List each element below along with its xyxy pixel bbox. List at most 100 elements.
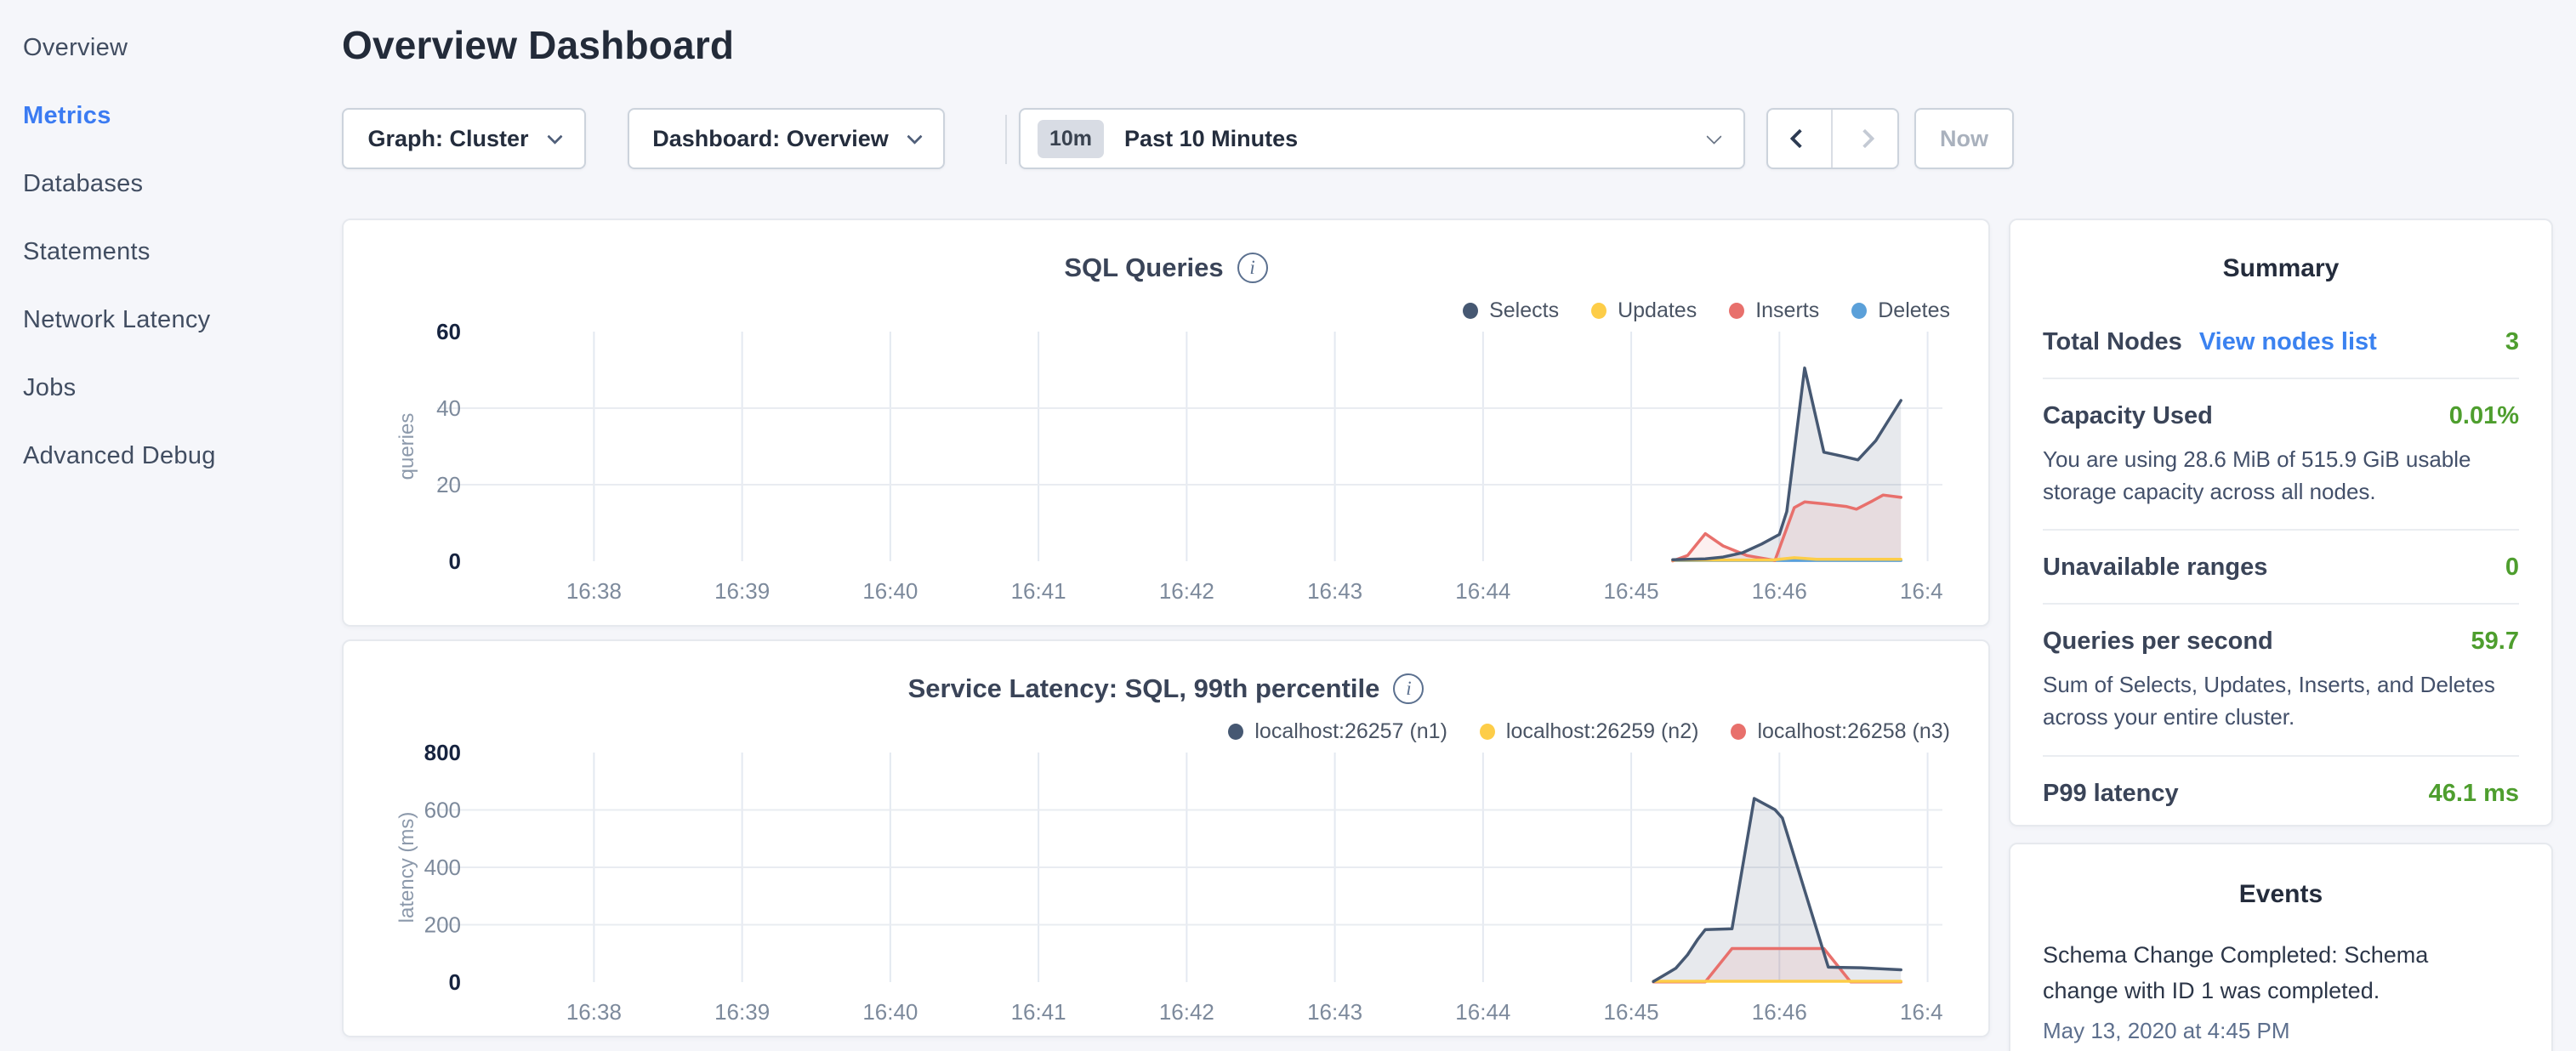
y-tick-label: 20: [436, 472, 461, 497]
x-tick-label: 16:47: [1900, 999, 1942, 1025]
chevron-down-icon: [1706, 128, 1721, 144]
legend-dot: [1228, 724, 1243, 740]
x-tick-label: 16:46: [1752, 999, 1807, 1025]
time-range-selector[interactable]: 10m Past 10 Minutes: [1019, 108, 1745, 169]
x-tick-label: 16:43: [1307, 578, 1362, 604]
page-title: Overview Dashboard: [342, 22, 734, 68]
sql-queries-chart[interactable]: 16:38 16:39 16:40 16:41 16:42 16:43 16:44 16:45…: [395, 318, 1942, 616]
y-tick-label: 60: [436, 319, 461, 344]
sidebar-item-databases[interactable]: Databases: [23, 150, 340, 218]
y-tick-label: 40: [436, 395, 461, 421]
x-tick-label: 16:43: [1307, 999, 1362, 1025]
legend-dot: [1463, 303, 1478, 319]
y-axis-title: queries: [395, 413, 418, 480]
summary-row-unavailable-ranges: Unavailable ranges 0: [2043, 531, 2519, 605]
summary-row-subtext: Sum of Selects, Updates, Inserts, and De…: [2043, 669, 2519, 733]
x-tick-label: 16:46: [1752, 578, 1807, 604]
sidebar-item-network-latency[interactable]: Network Latency: [23, 286, 340, 354]
legend-dot: [1729, 303, 1744, 319]
summary-row-capacity-used: Capacity Used 0.01% You are using 28.6 MiB…: [2043, 379, 2519, 531]
summary-row-value: 0: [2505, 554, 2519, 582]
sidebar-item-overview[interactable]: Overview: [23, 14, 340, 82]
x-tick-label: 16:41: [1011, 999, 1066, 1025]
sql-queries-chart-card: SQL Queries i SelectsUpdatesInsertsDelet…: [342, 219, 1990, 627]
y-axis-title: latency (ms): [395, 812, 418, 923]
service-latency-chart[interactable]: 16:38 16:39 16:40 16:41 16:42 16:43 16:44 16:45…: [395, 739, 1942, 1037]
chart-title: Service Latency: SQL, 99th percentile: [908, 673, 1380, 704]
chevron-left-icon: [1790, 129, 1810, 149]
view-nodes-list-link[interactable]: View nodes list: [2199, 328, 2377, 356]
x-tick-label: 16:40: [862, 999, 918, 1025]
x-tick-label: 16:40: [862, 578, 918, 604]
summary-panel: Summary Total Nodes View nodes list 3 Capac…: [2009, 219, 2553, 827]
events-panel: Events Schema Change Completed: Schema c…: [2009, 843, 2553, 1051]
summary-rows: Total Nodes View nodes list 3 Capacity Used…: [2043, 305, 2519, 829]
summary-row-value: 59.7: [2471, 628, 2519, 656]
x-tick-label: 16:45: [1604, 578, 1659, 604]
legend-dot: [1851, 303, 1867, 319]
summary-title: Summary: [2043, 254, 2519, 283]
toolbar-divider: [1005, 115, 1007, 164]
x-tick-label: 16:44: [1455, 999, 1510, 1025]
summary-row-label: Queries per second: [2043, 628, 2273, 656]
event-item: Schema Change Completed: Schema change w…: [2043, 938, 2519, 1044]
summary-row-p99-latency: P99 latency 46.1 ms: [2043, 757, 2519, 829]
events-title: Events: [2043, 880, 2519, 909]
x-tick-label: 16:41: [1011, 578, 1066, 604]
dashboard-label: Dashboard: Overview: [652, 126, 889, 152]
time-range-badge: 10m: [1038, 120, 1104, 158]
sidebar-nav: OverviewMetricsDatabasesStatementsNetwor…: [0, 0, 340, 1051]
y-tick-label: 600: [424, 798, 461, 823]
chart-title: SQL Queries: [1064, 253, 1223, 283]
event-timestamp: May 13, 2020 at 4:45 PM: [2043, 1018, 2519, 1044]
legend-dot: [1731, 724, 1746, 740]
x-tick-label: 16:39: [714, 578, 770, 604]
x-tick-label: 16:47: [1900, 578, 1942, 604]
summary-row-queries-per-second: Queries per second 59.7 Sum of Selects, Up…: [2043, 605, 2519, 756]
overview-dashboard-page: { "sidebar": { "items": [ { "label": "Ov…: [0, 0, 2576, 1051]
info-icon[interactable]: i: [1393, 673, 1424, 704]
summary-row-label: Total Nodes: [2043, 328, 2182, 356]
x-tick-label: 16:44: [1455, 578, 1510, 604]
sidebar-item-statements[interactable]: Statements: [23, 218, 340, 286]
summary-row-label: Capacity Used: [2043, 402, 2213, 430]
x-tick-label: 16:39: [714, 999, 770, 1025]
chevron-down-icon: [907, 128, 922, 144]
dashboard-dropdown[interactable]: Dashboard: Overview: [628, 108, 945, 169]
x-tick-label: 16:42: [1159, 578, 1214, 604]
sidebar-item-metrics[interactable]: Metrics: [23, 82, 340, 150]
y-tick-label: 200: [424, 912, 461, 938]
now-button[interactable]: Now: [1914, 108, 2014, 169]
service-latency-chart-card: Service Latency: SQL, 99th percentile i …: [342, 639, 1990, 1037]
legend-dot: [1480, 724, 1495, 740]
graph-scope-label: Graph: Cluster: [367, 126, 528, 152]
event-text: Schema Change Completed: Schema change w…: [2043, 938, 2459, 1009]
previous-time-button[interactable]: [1768, 110, 1833, 168]
summary-row-label: P99 latency: [2043, 780, 2179, 808]
time-range-label: Past 10 Minutes: [1124, 126, 1709, 152]
summary-row-value: 3: [2505, 328, 2519, 356]
sidebar-item-jobs[interactable]: Jobs: [23, 354, 340, 422]
chevron-right-icon: [1856, 129, 1875, 149]
time-step-buttons: [1766, 108, 1899, 169]
y-tick-label: 0: [449, 969, 461, 995]
summary-row-total-nodes: Total Nodes View nodes list 3: [2043, 305, 2519, 379]
sidebar-item-advanced-debug[interactable]: Advanced Debug: [23, 422, 340, 490]
y-tick-label: 0: [449, 548, 461, 574]
chevron-down-icon: [547, 128, 562, 144]
y-tick-label: 800: [424, 740, 461, 765]
events-list: Schema Change Completed: Schema change w…: [2043, 938, 2519, 1044]
x-tick-label: 16:38: [566, 999, 622, 1025]
info-icon[interactable]: i: [1237, 253, 1268, 283]
next-time-button[interactable]: [1833, 110, 1897, 168]
x-tick-label: 16:45: [1604, 999, 1659, 1025]
summary-row-value: 46.1 ms: [2429, 780, 2519, 808]
summary-row-value: 0.01%: [2449, 402, 2519, 430]
summary-row-subtext: You are using 28.6 MiB of 515.9 GiB usab…: [2043, 444, 2519, 508]
legend-dot: [1591, 303, 1606, 319]
x-tick-label: 16:42: [1159, 999, 1214, 1025]
summary-row-label: Unavailable ranges: [2043, 554, 2267, 582]
graph-scope-dropdown[interactable]: Graph: Cluster: [342, 108, 586, 169]
y-tick-label: 400: [424, 855, 461, 880]
x-tick-label: 16:38: [566, 578, 622, 604]
